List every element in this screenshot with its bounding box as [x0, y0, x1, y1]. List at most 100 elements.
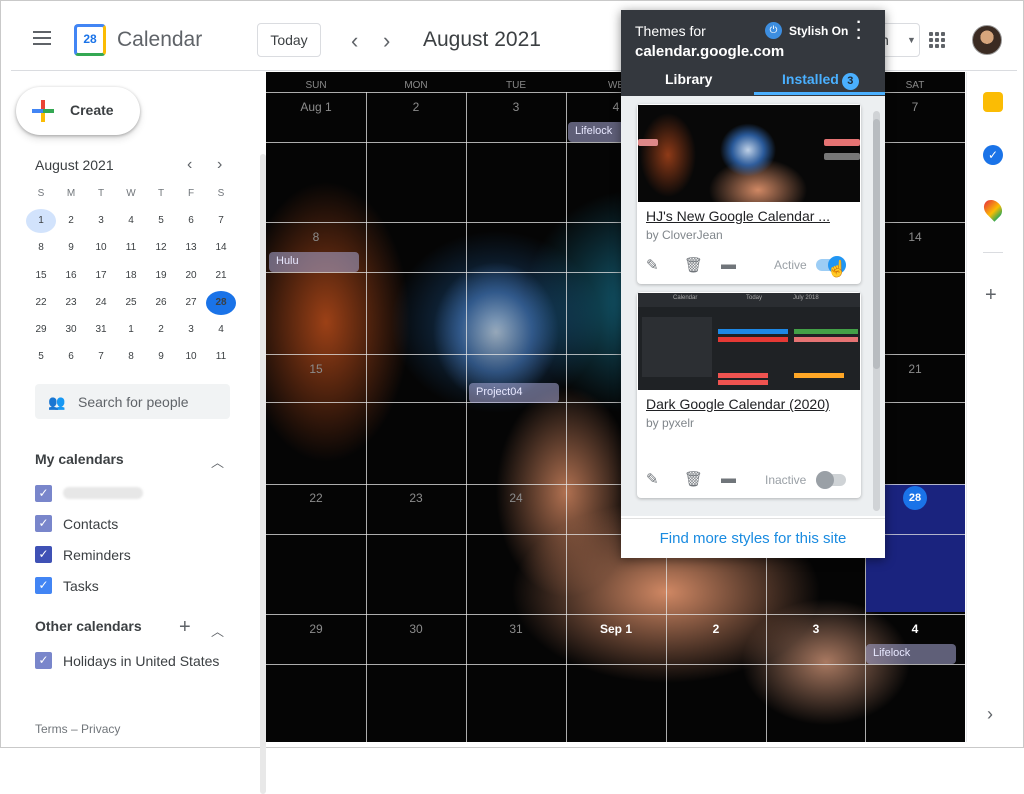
delete-icon[interactable]: 🗑	[684, 470, 703, 488]
mini-day[interactable]: 4	[116, 209, 146, 233]
feedback-icon[interactable]: ▬	[721, 470, 736, 487]
power-icon[interactable]: ⏻	[765, 22, 782, 39]
event-chip[interactable]: Project04	[469, 383, 559, 403]
apps-grid-icon[interactable]	[929, 32, 945, 48]
day-number[interactable]: 8	[266, 230, 366, 244]
maps-icon[interactable]	[980, 196, 1006, 222]
add-calendar-icon[interactable]: +	[179, 616, 191, 639]
stylish-status-label[interactable]: Stylish On	[789, 24, 848, 38]
find-more-styles-link[interactable]: Find more styles for this site	[621, 518, 885, 558]
create-button[interactable]: Create	[16, 87, 140, 135]
mini-day[interactable]: 3	[176, 318, 206, 342]
event-chip[interactable]: Hulu	[269, 252, 359, 272]
style-toggle[interactable]	[816, 471, 846, 489]
mini-day[interactable]: 28	[206, 290, 236, 315]
day-number[interactable]: 2	[366, 100, 466, 114]
day-number[interactable]: 29	[266, 622, 366, 636]
chevron-up-icon[interactable]: ︿	[211, 621, 224, 640]
style-thumbnail[interactable]	[638, 105, 860, 202]
day-number[interactable]: 15	[266, 362, 366, 376]
checkbox-icon[interactable]: ✓	[35, 515, 52, 532]
day-number[interactable]: 30	[366, 622, 466, 636]
mini-day[interactable]: 6	[56, 345, 86, 369]
today-button[interactable]: Today	[257, 23, 321, 57]
mini-next-month-icon[interactable]: ›	[217, 156, 222, 174]
mini-day[interactable]: 26	[146, 291, 176, 315]
style-card[interactable]: Calendar Today July 2018 Dark Google Cal…	[637, 292, 861, 498]
styles-scrollbar[interactable]	[873, 111, 880, 511]
checkbox-icon[interactable]: ✓	[35, 485, 52, 502]
mini-day[interactable]: 10	[86, 236, 116, 260]
expand-panel-icon[interactable]: ›	[987, 704, 993, 725]
more-options-icon[interactable]: · · ·	[855, 15, 863, 47]
day-number[interactable]: 23	[366, 491, 466, 505]
mini-day[interactable]: 22	[26, 291, 56, 315]
mini-day[interactable]: 31	[86, 318, 116, 342]
day-number[interactable]: 4	[865, 622, 965, 636]
style-title[interactable]: HJ's New Google Calendar ...	[646, 208, 856, 224]
feedback-icon[interactable]: ▬	[721, 256, 736, 273]
scrollbar-thumb[interactable]	[873, 119, 880, 369]
main-menu-icon[interactable]	[33, 31, 51, 45]
mini-day[interactable]: 2	[56, 209, 86, 233]
day-number[interactable]: Aug 1	[266, 100, 366, 114]
checkbox-icon[interactable]: ✓	[35, 577, 52, 594]
mini-day[interactable]: 14	[206, 236, 236, 260]
mini-day[interactable]: 24	[86, 291, 116, 315]
mini-day[interactable]: 3	[86, 209, 116, 233]
previous-period-icon[interactable]: ‹	[351, 28, 358, 54]
mini-day[interactable]: 13	[176, 236, 206, 260]
mini-day[interactable]: 23	[56, 291, 86, 315]
tasks-icon[interactable]: ✓	[983, 145, 1003, 165]
mini-day[interactable]: 5	[146, 209, 176, 233]
search-people-input[interactable]: 👥 Search for people	[35, 384, 230, 419]
privacy-link[interactable]: Privacy	[81, 722, 120, 736]
mini-day[interactable]: 6	[176, 209, 206, 233]
mini-day[interactable]: 9	[56, 236, 86, 260]
mini-day[interactable]: 7	[206, 209, 236, 233]
terms-link[interactable]: Terms	[35, 722, 68, 736]
mini-day[interactable]: 18	[116, 264, 146, 288]
mini-day[interactable]: 8	[116, 345, 146, 369]
edit-icon[interactable]: ✎	[646, 470, 659, 488]
other-calendars-heading[interactable]: Other calendars	[35, 618, 142, 634]
delete-icon[interactable]: 🗑	[684, 256, 703, 274]
mini-day[interactable]: 11	[116, 236, 146, 260]
mini-day[interactable]: 21	[206, 264, 236, 288]
edit-icon[interactable]: ✎	[646, 256, 659, 274]
mini-prev-month-icon[interactable]: ‹	[187, 156, 192, 174]
mini-day[interactable]: 29	[26, 318, 56, 342]
mini-day[interactable]: 19	[146, 264, 176, 288]
style-author[interactable]: by pyxelr	[646, 416, 694, 430]
mini-day[interactable]: 9	[146, 345, 176, 369]
day-number[interactable]: 3	[466, 100, 566, 114]
my-calendars-heading[interactable]: My calendars	[35, 451, 124, 467]
mini-day[interactable]: 4	[206, 318, 236, 342]
mini-day[interactable]: 20	[176, 264, 206, 288]
mini-day[interactable]: 12	[146, 236, 176, 260]
checkbox-icon[interactable]: ✓	[35, 652, 52, 669]
tab-library[interactable]: Library	[665, 71, 712, 87]
event-chip[interactable]: Lifelock	[866, 644, 956, 664]
mini-day[interactable]: 8	[26, 236, 56, 260]
day-number[interactable]: 24	[466, 491, 566, 505]
style-card[interactable]: HJ's New Google Calendar ... by CloverJe…	[637, 104, 861, 284]
account-avatar[interactable]	[972, 25, 1002, 55]
mini-day[interactable]: 2	[146, 318, 176, 342]
day-number[interactable]: 2	[666, 622, 766, 636]
day-number[interactable]: Sep 1	[566, 622, 666, 636]
day-number[interactable]: 31	[466, 622, 566, 636]
mini-day[interactable]: 30	[56, 318, 86, 342]
mini-day[interactable]: 1	[26, 208, 56, 233]
chevron-up-icon[interactable]: ︿	[211, 452, 224, 471]
mini-day[interactable]: 25	[116, 291, 146, 315]
checkbox-icon[interactable]: ✓	[35, 546, 52, 563]
mini-day[interactable]: 27	[176, 291, 206, 315]
mini-day[interactable]: 17	[86, 264, 116, 288]
mini-day[interactable]: 11	[206, 345, 236, 369]
style-thumbnail[interactable]: Calendar Today July 2018	[638, 293, 860, 390]
mini-day[interactable]: 16	[56, 264, 86, 288]
next-period-icon[interactable]: ›	[383, 28, 390, 54]
keep-icon[interactable]	[983, 92, 1003, 112]
style-title[interactable]: Dark Google Calendar (2020)	[646, 396, 856, 412]
